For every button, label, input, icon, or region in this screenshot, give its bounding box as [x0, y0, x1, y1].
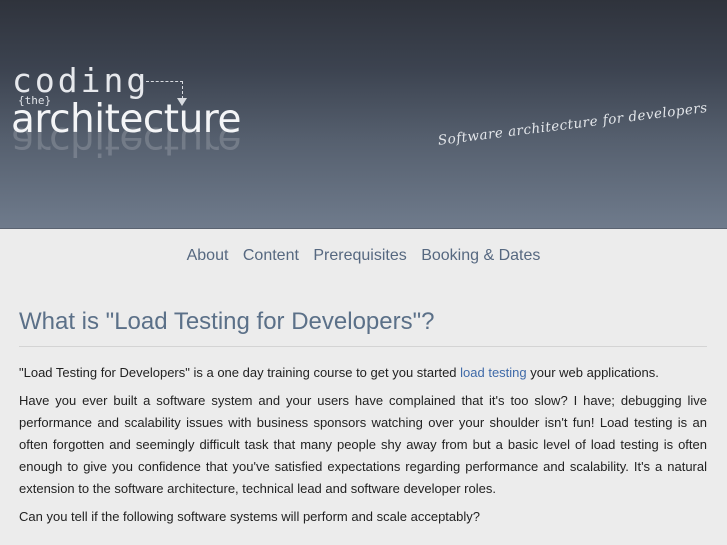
nav-prerequisites[interactable]: Prerequisites [313, 247, 406, 264]
intro-text-before: "Load Testing for Developers" is a one d… [19, 365, 461, 380]
logo-reflection: architecture [11, 118, 241, 163]
nav-booking-dates[interactable]: Booking & Dates [421, 247, 540, 264]
main-content: What is "Load Testing for Developers"? "… [19, 308, 707, 528]
question-paragraph: Can you tell if the following software s… [19, 509, 480, 524]
logo-coding-text[interactable]: coding [12, 64, 149, 97]
nav-content[interactable]: Content [243, 247, 299, 264]
load-testing-link[interactable]: load testing [460, 365, 527, 380]
intro-paragraph: "Load Testing for Developers" is a one d… [19, 362, 707, 384]
nav-about[interactable]: About [187, 247, 229, 264]
site-tagline: Software architecture for developers [437, 99, 709, 149]
body-paragraph: Have you ever built a software system an… [19, 393, 707, 496]
page-title: What is "Load Testing for Developers"? [19, 308, 707, 347]
main-nav: About Content Prerequisites Booking & Da… [0, 247, 727, 265]
site-header: coding {the} architecture architecture S… [0, 0, 727, 229]
intro-text-after: your web applications. [526, 365, 659, 380]
